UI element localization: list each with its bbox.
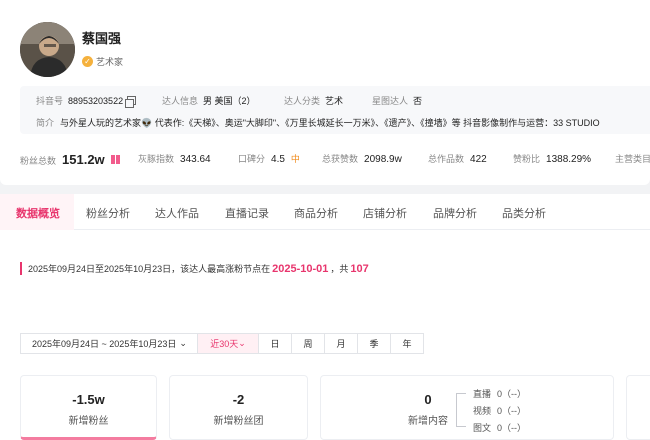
stat-likes-label: 总获赞数 [322,154,359,164]
creator-name: 蔡国强 [82,31,122,46]
creator-category-row: 达人分类 艺术 [284,94,343,107]
breakdown-video-value: 0（--） [497,406,527,416]
creator-info-value: 男 美国（2） [203,96,256,106]
breakdown-image-text: 图文 0（--） [473,421,526,438]
metric-new-fan-groups-label: 新增粉丝团 [213,416,264,427]
creator-role-label: 艺术家 [96,57,124,67]
stat-works-value: 422 [470,154,487,165]
chevron-down-icon: ⌄ [238,338,246,348]
stat-index-value: 343.64 [180,154,211,165]
creator-intro-text: 与外星人玩的艺术家👽 代表作:《天梯》、奥运"大脚印"、《万里长城延长一万米》、… [60,118,600,128]
star-creator-label: 星图达人 [372,96,409,106]
avatar[interactable] [20,22,75,77]
stat-works: 总作品数 422 [428,152,487,165]
metric-new-fan-groups-value: -2 [232,392,245,407]
star-creator-row: 星图达人否 [372,94,422,107]
stat-followers-value: 151.2w [62,152,105,167]
douyin-id-row: 抖音号 88953203522 [36,94,137,108]
breakdown-live-label: 直播 [473,389,492,399]
metric-next-card[interactable] [626,375,650,440]
stat-reputation-value: 4.5 [271,154,285,165]
metric-new-followers-label: 新增粉丝 [68,416,109,427]
stat-ratio-value: 1388.29% [546,154,592,165]
filter-quarter[interactable]: 季 [358,333,391,354]
stat-reputation: 口碑分 4.5 中 [238,152,300,165]
douyin-id-label: 抖音号 [36,96,64,106]
stat-main-category: 主营类目 [615,152,650,165]
creator-intro: 简介 与外星人玩的艺术家👽 代表作:《天梯》、奥运"大脚印"、《万里长城延长一万米… [36,116,600,129]
metric-new-followers[interactable]: -1.5w 新增粉丝 [20,375,157,440]
date-filter-row: 2025年09月24日 ~ 2025年10月23日 ⌄ 近30天 ⌄ 日 周 月 … [20,333,424,354]
tab-products[interactable]: 商品分析 [294,205,338,221]
stat-index-label: 灰豚指数 [138,154,175,164]
note-prefix: 2025年09月24日至2025年10月23日，该达人最高涨粉节点在 [28,264,271,274]
stat-followers-label: 粉丝总数 [20,156,57,166]
stat-works-label: 总作品数 [428,154,465,164]
tab-live[interactable]: 直播记录 [225,205,269,221]
chevron-down-icon: ⌄ [179,338,187,348]
filter-day[interactable]: 日 [259,333,292,354]
tab-bar: 数据概览 粉丝分析 达人作品 直播记录 商品分析 店铺分析 品牌分析 品类分析 [0,194,650,230]
tab-overview[interactable]: 数据概览 [16,205,60,221]
creator-category-value: 艺术 [325,96,344,106]
stat-ratio-label: 赞粉比 [513,154,541,164]
peak-follower-note: 2025年09月24日至2025年10月23日，该达人最高涨粉节点在 2025-… [20,262,371,275]
filter-month[interactable]: 月 [325,333,358,354]
data-panel: 数据概览 粉丝分析 达人作品 直播记录 商品分析 店铺分析 品牌分析 品类分析 … [0,194,650,440]
trend-chart-icon[interactable] [110,155,120,164]
creator-intro-label: 简介 [36,118,55,128]
breakdown-video-label: 视频 [473,406,492,416]
creator-category-label: 达人分类 [284,96,321,106]
verified-icon: ✓ [82,56,93,67]
tab-shops[interactable]: 店铺分析 [363,205,407,221]
breakdown-video: 视频 0（--） [473,404,526,421]
stat-likes-value: 2098.9w [364,154,402,165]
breakdown-bracket [456,393,466,427]
stat-like-fan-ratio: 赞粉比 1388.29% [513,152,591,165]
stat-likes: 总获赞数 2098.9w [322,152,402,165]
douyin-id-value: 88953203522 [68,96,124,106]
filter-last-30-days[interactable]: 近30天 ⌄ [198,333,259,354]
stat-reputation-label: 口碑分 [238,154,266,164]
tab-categories[interactable]: 品类分析 [502,205,546,221]
filter-week[interactable]: 周 [292,333,325,354]
tab-fans[interactable]: 粉丝分析 [86,205,130,221]
note-mid: ，共 [330,264,349,274]
metric-new-fan-groups[interactable]: -2 新增粉丝团 [169,375,308,440]
stat-main-category-label: 主营类目 [615,154,650,164]
tab-works[interactable]: 达人作品 [155,205,199,221]
star-creator-value: 否 [413,96,423,106]
date-range-value: 2025年09月24日 ~ 2025年10月23日 [32,339,177,349]
creator-info-row: 达人信息男 美国（2） [162,94,256,107]
tab-brands[interactable]: 品牌分析 [433,205,477,221]
creator-info-label: 达人信息 [162,96,199,106]
date-range-picker[interactable]: 2025年09月24日 ~ 2025年10月23日 ⌄ [20,333,198,354]
copy-icon[interactable] [125,96,137,108]
stat-followers: 粉丝总数 151.2w [20,152,120,167]
filter-year[interactable]: 年 [391,333,424,354]
stat-reputation-tag: 中 [290,154,300,164]
stat-index: 灰豚指数 343.64 [138,152,211,165]
note-count: 107 [350,263,369,275]
metric-new-content[interactable]: 0 新增内容 [320,375,614,440]
profile-card: 蔡国强 ✓ 艺术家 抖音号 88953203522 达人信息男 美国（2） 达人分… [0,0,650,185]
filter-last-30-label: 近30天 [210,339,239,349]
breakdown-live: 直播 0（--） [473,387,526,404]
breakdown-image-value: 0（--） [497,423,527,433]
note-peak-date: 2025-10-01 [272,263,329,275]
breakdown-image-label: 图文 [473,423,492,433]
content-breakdown: 直播 0（--） 视频 0（--） 图文 0（--） [473,387,526,438]
creator-role: ✓ 艺术家 [82,55,123,68]
breakdown-live-value: 0（--） [497,389,527,399]
metric-new-followers-value: -1.5w [72,392,105,407]
